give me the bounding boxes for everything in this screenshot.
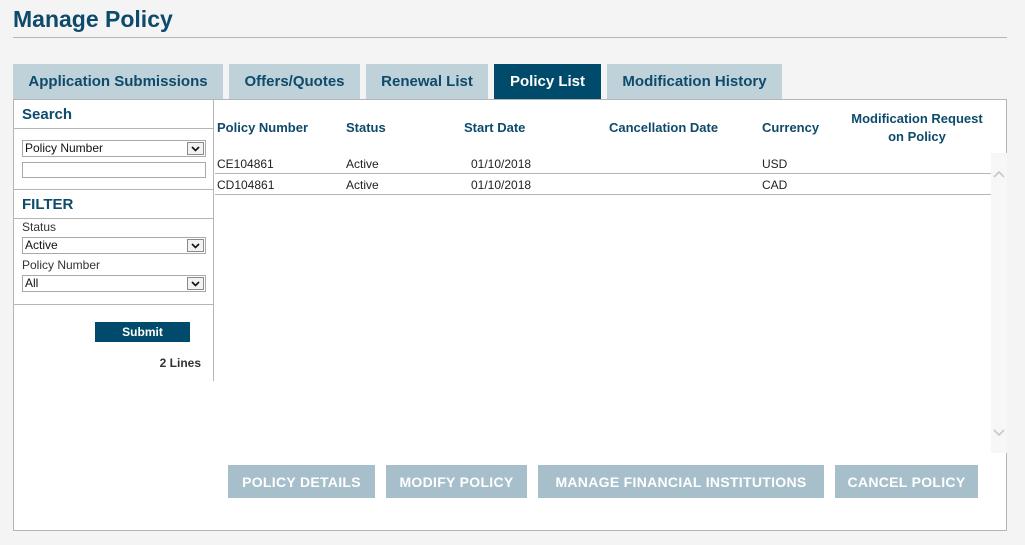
column-header-currency[interactable]: Currency — [762, 119, 819, 137]
policy-list-panel: Search Policy Number FILTER Status Activ… — [13, 99, 1007, 531]
status-label: Status — [22, 220, 57, 234]
chevron-down-icon — [187, 239, 204, 252]
divider — [14, 304, 214, 305]
cell-status: Active — [346, 178, 379, 192]
tab-offers-quotes[interactable]: Offers/Quotes — [229, 64, 360, 99]
column-header-cancellation-date[interactable]: Cancellation Date — [609, 119, 718, 137]
search-filter-sidebar: Search Policy Number FILTER Status Activ… — [14, 100, 214, 381]
cell-currency: USD — [762, 157, 788, 171]
chevron-down-icon — [187, 277, 204, 290]
modify-policy-button[interactable]: MODIFY POLICY — [386, 465, 527, 498]
cell-policy-number: CD104861 — [217, 178, 275, 192]
policy-details-button[interactable]: POLICY DETAILS — [228, 465, 375, 498]
filter-heading: FILTER — [14, 190, 214, 219]
chevron-down-icon[interactable] — [991, 425, 1007, 439]
cancel-policy-button[interactable]: CANCEL POLICY — [835, 465, 978, 498]
table-row[interactable]: CE104861 Active 01/10/2018 USD — [215, 153, 991, 174]
chevron-up-icon[interactable] — [991, 167, 1007, 181]
title-divider — [13, 37, 1007, 38]
status-select[interactable]: Active — [22, 237, 206, 254]
tab-policy-list[interactable]: Policy List — [494, 64, 601, 99]
chevron-down-icon — [187, 142, 204, 155]
page-title: Manage Policy — [13, 6, 173, 32]
search-by-value: Policy Number — [25, 141, 104, 155]
table-row[interactable]: CD104861 Active 01/10/2018 CAD — [215, 174, 991, 195]
policy-table: Policy Number Status Start Date Cancella… — [215, 100, 1008, 400]
tab-modification-history[interactable]: Modification History — [607, 64, 782, 99]
status-select-value: Active — [25, 238, 58, 252]
tab-application-submissions[interactable]: Application Submissions — [13, 64, 223, 99]
policy-number-select-value: All — [25, 276, 39, 290]
cell-currency: CAD — [762, 178, 788, 192]
policy-number-label: Policy Number — [22, 258, 101, 272]
cell-status: Active — [346, 157, 379, 171]
column-header-policy-number[interactable]: Policy Number — [217, 119, 308, 137]
search-by-select[interactable]: Policy Number — [22, 140, 206, 157]
search-heading: Search — [14, 100, 214, 129]
column-header-modification-request[interactable]: Modification Request on Policy — [851, 110, 983, 146]
cell-policy-number: CE104861 — [217, 157, 274, 171]
table-scrollbar[interactable] — [991, 153, 1007, 453]
submit-button[interactable]: Submit — [95, 322, 190, 342]
column-header-start-date[interactable]: Start Date — [464, 119, 525, 137]
tab-renewal-list[interactable]: Renewal List — [366, 64, 488, 99]
manage-financial-institutions-button[interactable]: MANAGE FINANCIAL INSTITUTIONS — [538, 465, 824, 498]
cell-start-date: 01/10/2018 — [471, 157, 532, 171]
line-count: 2 Lines — [159, 356, 201, 370]
policy-number-select[interactable]: All — [22, 275, 206, 292]
column-header-status[interactable]: Status — [346, 119, 386, 137]
cell-start-date: 01/10/2018 — [471, 178, 532, 192]
search-input[interactable] — [22, 162, 206, 178]
